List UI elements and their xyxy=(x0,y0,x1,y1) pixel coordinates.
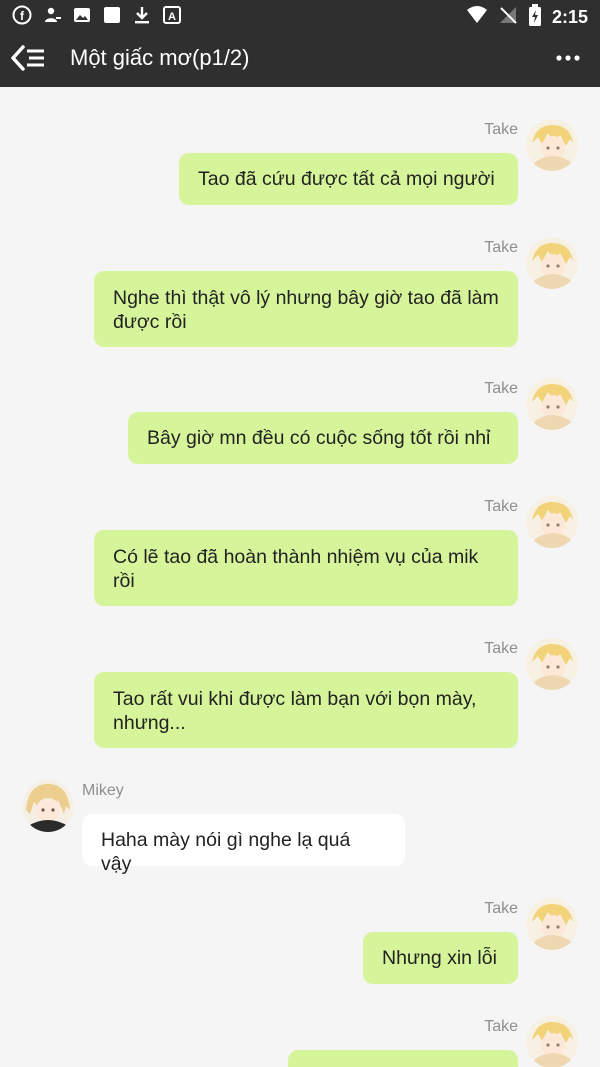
message-row: Take Nhưng xin lỗi xyxy=(0,866,600,991)
message-row: Take Bây giờ mn đều có cuộc sống tốt rồi… xyxy=(0,346,600,471)
a-icon: A xyxy=(162,5,182,25)
message-row: Take Có lẽ tao đã hoàn thành nhiệm vụ củ… xyxy=(0,464,600,609)
status-bar: f A 2:15 xyxy=(0,0,600,30)
status-icons-left: f A xyxy=(12,5,182,25)
message-row: Take Nghe thì thật vô lý nhưng bây giờ t… xyxy=(0,205,600,350)
sender-name: Take xyxy=(484,640,518,657)
message-bubble[interactable]: Nhưng xin lỗi xyxy=(363,932,518,984)
status-icons-right: 2:15 xyxy=(466,4,588,31)
sender-name: Take xyxy=(484,1018,518,1035)
message-bubble[interactable]: Có lẽ tao đã hoàn thành nhiệm vụ của mik… xyxy=(94,530,518,606)
message-bubble[interactable]: Haha mày nói gì nghe lạ quá vậy xyxy=(82,814,405,875)
svg-text:f: f xyxy=(20,9,25,23)
avatar-take[interactable] xyxy=(526,378,578,430)
status-time: 2:15 xyxy=(551,7,588,27)
download-icon xyxy=(132,5,152,25)
avatar-take[interactable] xyxy=(526,1016,578,1067)
square-icon xyxy=(102,5,122,25)
sender-name: Take xyxy=(484,900,518,917)
facebook-icon: f xyxy=(12,5,32,25)
message-bubble[interactable]: Nghe thì thật vô lý nhưng bây giờ tao đã… xyxy=(94,271,518,347)
wifi-icon xyxy=(466,5,488,30)
back-list-icon xyxy=(11,45,44,71)
no-signal-icon xyxy=(498,5,518,30)
sender-name: Mikey xyxy=(82,782,124,799)
message-bubble[interactable] xyxy=(288,1050,518,1067)
message-bubble[interactable]: Bây giờ mn đều có cuộc sống tốt rồi nhỉ xyxy=(128,412,518,464)
avatar-take[interactable] xyxy=(526,496,578,548)
avatar-mikey[interactable] xyxy=(22,780,74,832)
app-header: f A 2:15 Một giấc mơ(p1/2) xyxy=(0,0,600,87)
page-title: Một giấc mơ(p1/2) xyxy=(70,45,250,70)
more-options-button[interactable] xyxy=(554,42,582,74)
back-button[interactable] xyxy=(10,42,50,74)
sender-name: Take xyxy=(484,380,518,397)
battery-icon xyxy=(528,4,542,31)
sender-name: Take xyxy=(484,239,518,256)
more-dots-icon xyxy=(556,55,580,61)
sender-name: Take xyxy=(484,498,518,515)
chat-area[interactable]: Take Tao đã cứu được tất cả mọi người Ta… xyxy=(0,87,600,1067)
message-row: Take Tao đã cứu được tất cả mọi người xyxy=(0,87,600,207)
avatar-take[interactable] xyxy=(526,237,578,289)
title-bar: Một giấc mơ(p1/2) xyxy=(0,30,600,87)
image-icon xyxy=(72,5,92,25)
sender-name: Take xyxy=(484,121,518,138)
avatar-take[interactable] xyxy=(526,119,578,171)
avatar-take[interactable] xyxy=(526,638,578,690)
profile-icon xyxy=(42,5,62,25)
message-row: Take Tao rất vui khi được làm bạn với bọ… xyxy=(0,606,600,751)
message-bubble[interactable]: Tao đã cứu được tất cả mọi người xyxy=(179,153,518,205)
message-row: Take xyxy=(0,984,600,1067)
avatar-take[interactable] xyxy=(526,898,578,950)
svg-text:A: A xyxy=(168,11,176,23)
message-bubble[interactable]: Tao rất vui khi được làm bạn với bọn mày… xyxy=(94,672,518,748)
message-row: Mikey Haha mày nói gì nghe lạ quá vậy xyxy=(0,748,600,875)
